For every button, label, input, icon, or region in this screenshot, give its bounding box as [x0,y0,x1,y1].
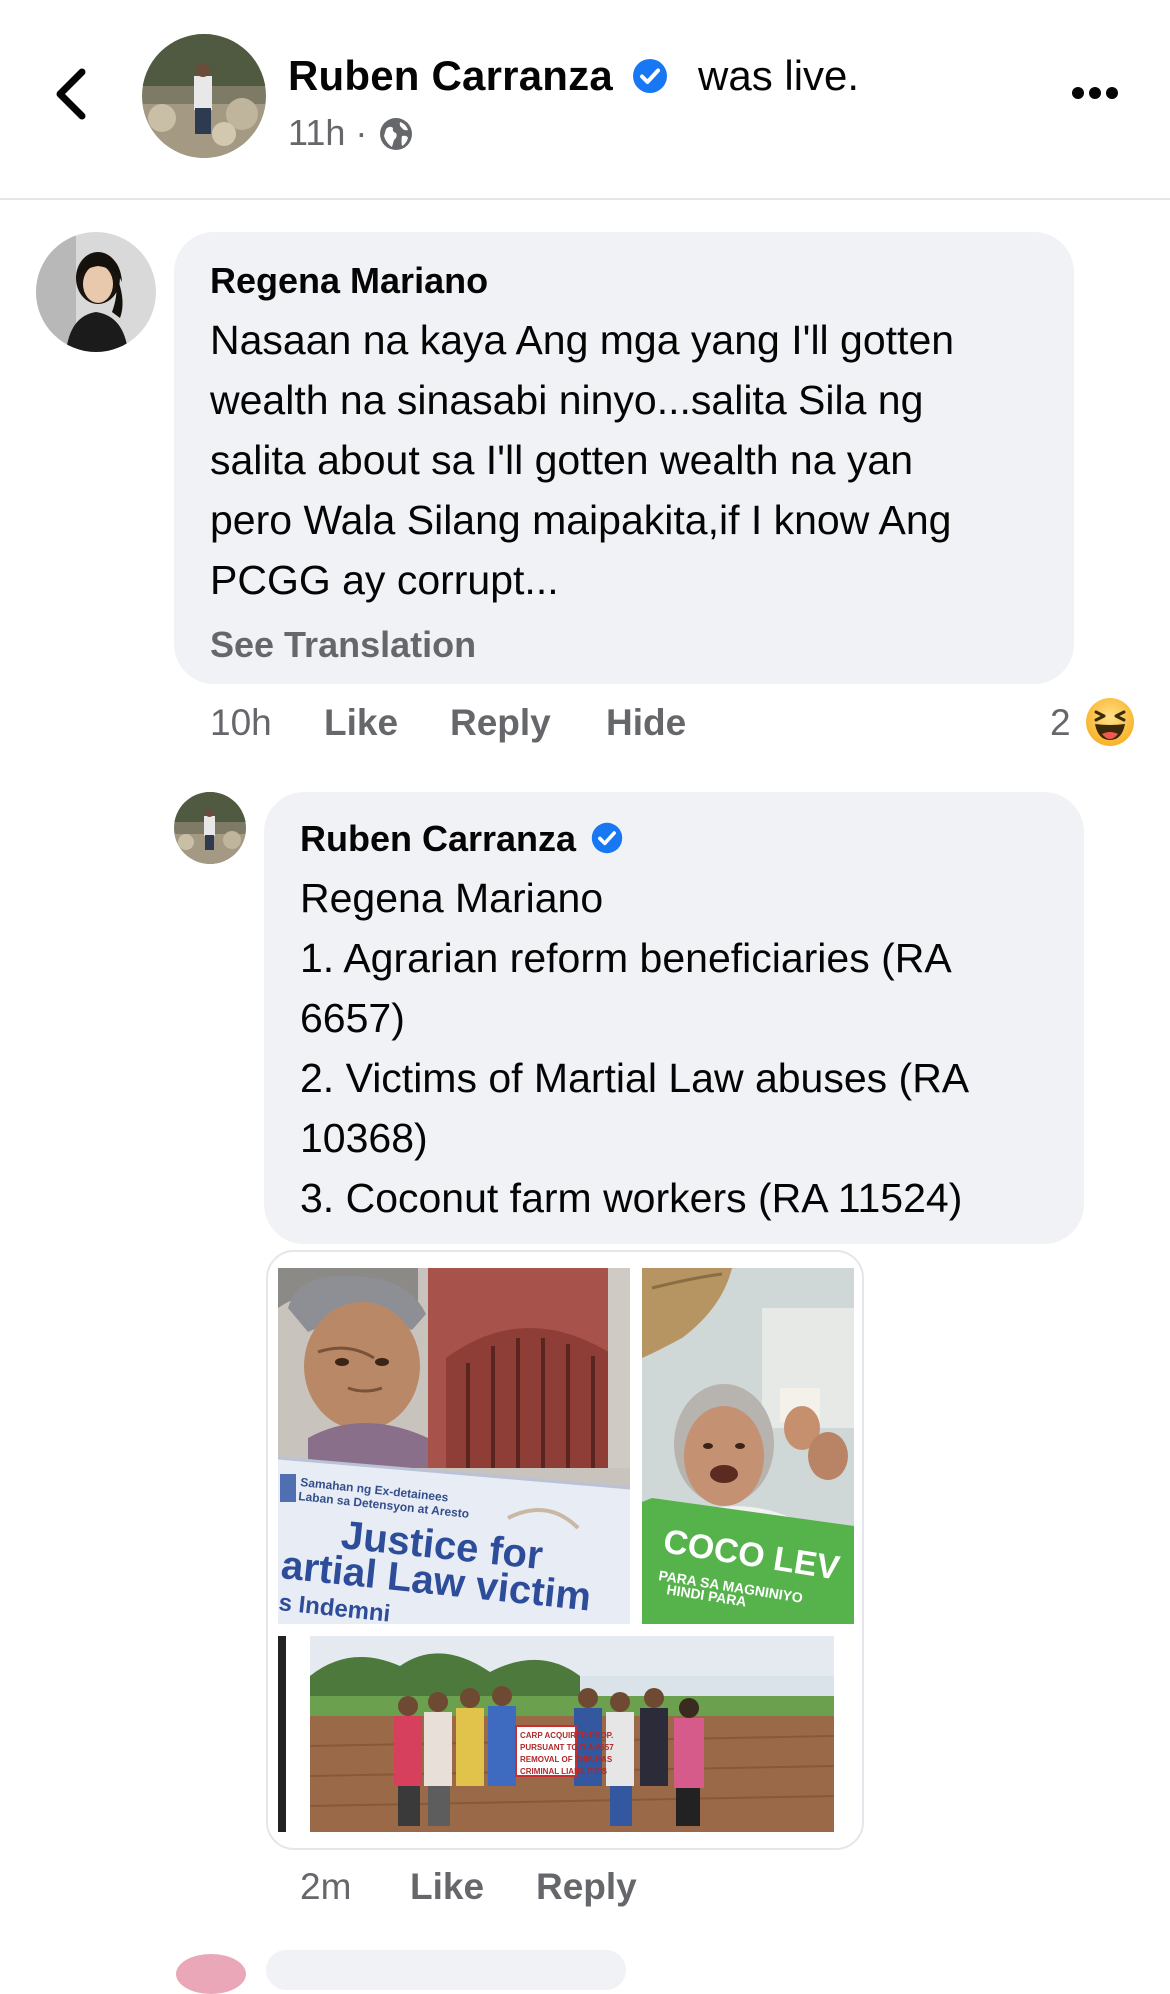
reply-author-name[interactable]: Ruben Carranza [300,818,624,860]
see-translation-link[interactable]: See Translation [210,624,476,666]
reaction-count[interactable]: 2 [1050,702,1071,744]
commenter-name[interactable]: Regena Mariano [210,260,488,302]
photo-divider-strip [278,1636,286,1832]
reply-time[interactable]: 2m [300,1866,351,1908]
commenter-avatar[interactable] [36,232,156,352]
chevron-left-icon [56,68,86,120]
carp-sign-line2: PURSUANT TO R.A.6657 [520,1743,614,1752]
more-options-button[interactable] [1072,86,1124,106]
post-time[interactable]: 11h · [288,112,367,154]
verified-badge-icon [591,823,623,854]
haha-emoji-icon[interactable] [1084,696,1136,748]
photo-martial-law-victims[interactable]: Samahan ng Ex-detainees Laban sa Detensy… [278,1268,630,1624]
more-options-icon [1072,87,1084,99]
post-header: Ruben Carranza was live. 11h · [0,0,1170,200]
photo-coco-levy[interactable]: COCO LEV PARA SA MAGNINIYO HINDI PARA [642,1268,854,1624]
photo-attachment[interactable]: Samahan ng Ex-detainees Laban sa Detensy… [266,1250,864,1850]
live-status-text: was live. [698,52,860,99]
photo-agrarian-farmers[interactable]: CARP ACQUIRED PROP. PURSUANT TO R.A.6657… [310,1636,834,1832]
reply-reply-button[interactable]: Reply [536,1866,637,1908]
verified-badge-icon [632,58,667,93]
comment-time[interactable]: 10h [210,702,272,744]
back-button[interactable] [48,62,92,126]
reply-text: Regena Mariano 1. Agrarian reform benefi… [300,868,969,1228]
author-avatar[interactable] [142,34,266,158]
reply-author-avatar[interactable] [174,792,246,864]
next-commenter-avatar[interactable] [176,1954,246,1994]
carp-sign-line1: CARP ACQUIRED PROP. [520,1731,613,1740]
hide-button[interactable]: Hide [606,702,686,744]
next-comment-bubble [266,1950,626,1990]
like-button[interactable]: Like [324,702,398,744]
comment-text: Nasaan na kaya Ang mga yang I'll gotten … [210,317,955,603]
reply-like-button[interactable]: Like [410,1866,484,1908]
carp-sign-line3: REMOVAL OF THIS HAS [520,1755,613,1764]
mention-link[interactable]: Regena Mariano [300,868,969,928]
author-name[interactable]: Ruben Carranza [288,52,669,100]
carp-sign-line4: CRIMINAL LIABILITIES [520,1767,608,1776]
globe-icon [380,118,412,150]
reply-button[interactable]: Reply [450,702,551,744]
